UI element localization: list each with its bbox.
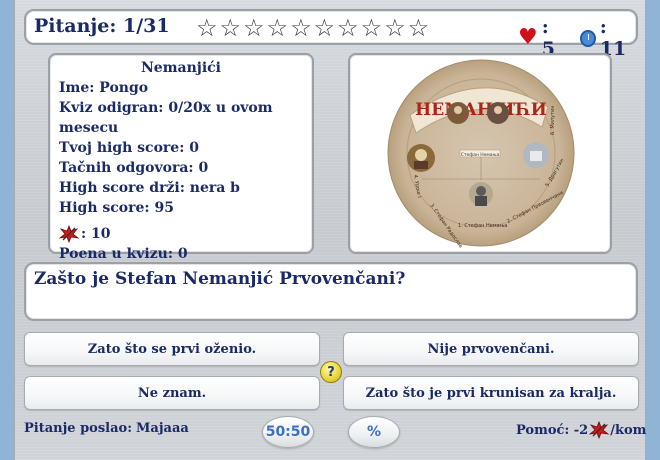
joker-icon	[59, 225, 79, 243]
rim-label: 6. Милутин	[550, 105, 556, 135]
star-icon: ☆	[313, 14, 336, 42]
quiz-played: Kviz odigran: 0/20x u ovom mesecu	[59, 100, 273, 136]
heart-icon: ♥	[518, 25, 538, 50]
high-score: High score: 95	[59, 200, 174, 216]
your-high-score: Tvoj high score: 0	[59, 140, 199, 156]
help-icon[interactable]: ?	[320, 361, 342, 383]
question-text: Zašto je Stefan Nemanjić Prvovenčani?	[34, 269, 406, 289]
star-icon: ☆	[243, 14, 265, 42]
jokers-count: : 10	[81, 226, 111, 242]
jokers-row: : 10	[50, 224, 312, 244]
sender-label: Pitanje poslao:	[24, 421, 133, 436]
star-icon: ☆	[384, 14, 406, 42]
star-icon: ☆	[266, 14, 289, 42]
help-cost-prefix: Pomoć: -2	[516, 422, 589, 438]
correct-answers: Tačnih odgovora: 0	[59, 160, 209, 176]
quiz-info-panel: Nemanjići Ime: Pongo Kviz odigran: 0/20x…	[48, 53, 314, 262]
star-icon: ☆	[337, 14, 359, 42]
center-caption: Стефан Немања	[461, 152, 500, 158]
answer-button-2[interactable]: Nije prvovenčani.	[343, 332, 639, 366]
quiz-image-panel: НЕМАЊИЋИ Стефан Немања 1. Стефан Немања …	[348, 53, 612, 254]
star-icon: ☆	[219, 14, 242, 42]
star-icon: ☆	[360, 14, 383, 42]
joker-icon	[589, 421, 610, 439]
star-icon: ☆	[290, 14, 312, 42]
fifty-fifty-button[interactable]: 50:50	[262, 416, 314, 448]
banner-text: НЕМАЊИЋИ	[415, 100, 547, 120]
status-bar: Pitanje: 1/31 ☆ ☆ ☆ ☆ ☆ ☆ ☆ ☆ ☆ ☆ ♥ : 5 …	[24, 9, 638, 60]
answer-button-4[interactable]: Zato što je prvi krunisan za kralja.	[343, 376, 639, 410]
help-cost-suffix: /kom	[610, 422, 647, 438]
star-icon: ☆	[407, 14, 430, 42]
question-counter: Pitanje: 1/31	[34, 15, 170, 37]
star-rating: ☆ ☆ ☆ ☆ ☆ ☆ ☆ ☆ ☆ ☆	[196, 15, 429, 41]
answer-button-3[interactable]: Ne znam.	[24, 376, 320, 410]
audience-percent-button[interactable]: %	[348, 416, 400, 448]
high-score-holder: High score drži: nera b	[59, 180, 240, 196]
sender-name: Majaaa	[136, 421, 189, 436]
answer-button-1[interactable]: Zato što se prvi oženio.	[24, 332, 320, 366]
help-cost: Pomoć: -2 /kom	[516, 421, 646, 439]
question-panel: Zašto je Stefan Nemanjić Prvovenčani?	[24, 262, 638, 321]
quiz-title: Nemanjići	[141, 60, 221, 76]
quiz-points: Poena u kvizu: 0	[59, 246, 188, 262]
player-name: Ime: Pongo	[59, 80, 149, 96]
nemanjici-wheel-image: НЕМАЊИЋИ Стефан Немања 1. Стефан Немања …	[387, 59, 575, 249]
rim-label: 1. Стефан Немања	[458, 223, 507, 229]
clock-icon	[580, 29, 596, 47]
star-icon: ☆	[196, 14, 218, 42]
question-sender: Pitanje poslao: Majaaa	[24, 421, 189, 436]
